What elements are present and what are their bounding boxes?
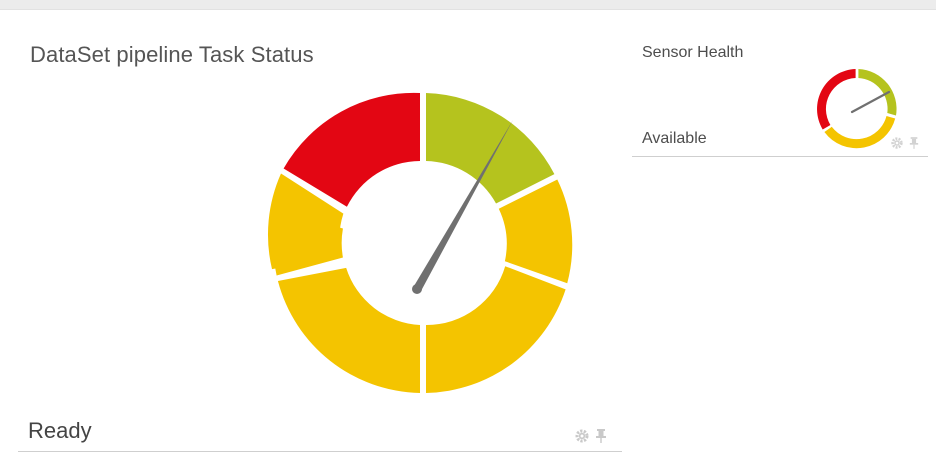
sensor-health-widget: Sensor Health Available [632,28,930,160]
sensor-gauge-segment-yellow [824,116,896,149]
gear-icon[interactable] [574,428,590,444]
status-gauge [267,92,573,393]
sensor-gauge-needle [850,90,891,114]
sensor-gauge-segment-green [858,69,897,116]
pin-icon[interactable] [595,428,607,444]
widget-title: DataSet pipeline Task Status [30,42,314,67]
pin-icon[interactable] [909,136,919,150]
sensor-divider [632,156,928,157]
sensor-status: Available [642,130,707,147]
gear-icon[interactable] [890,136,904,150]
sensor-title: Sensor Health [642,44,744,61]
status-label: Ready [28,418,92,443]
gauge-needle-hub [412,284,422,294]
task-status-widget: DataSet pipeline Task Status Ready [18,28,622,456]
sensor-gauge-segment-red [817,69,856,130]
top-strip [0,0,936,10]
sensor-widget-actions [890,136,919,150]
widget-actions [574,428,607,444]
widget-divider [18,451,622,452]
gauge-inner [343,163,503,323]
